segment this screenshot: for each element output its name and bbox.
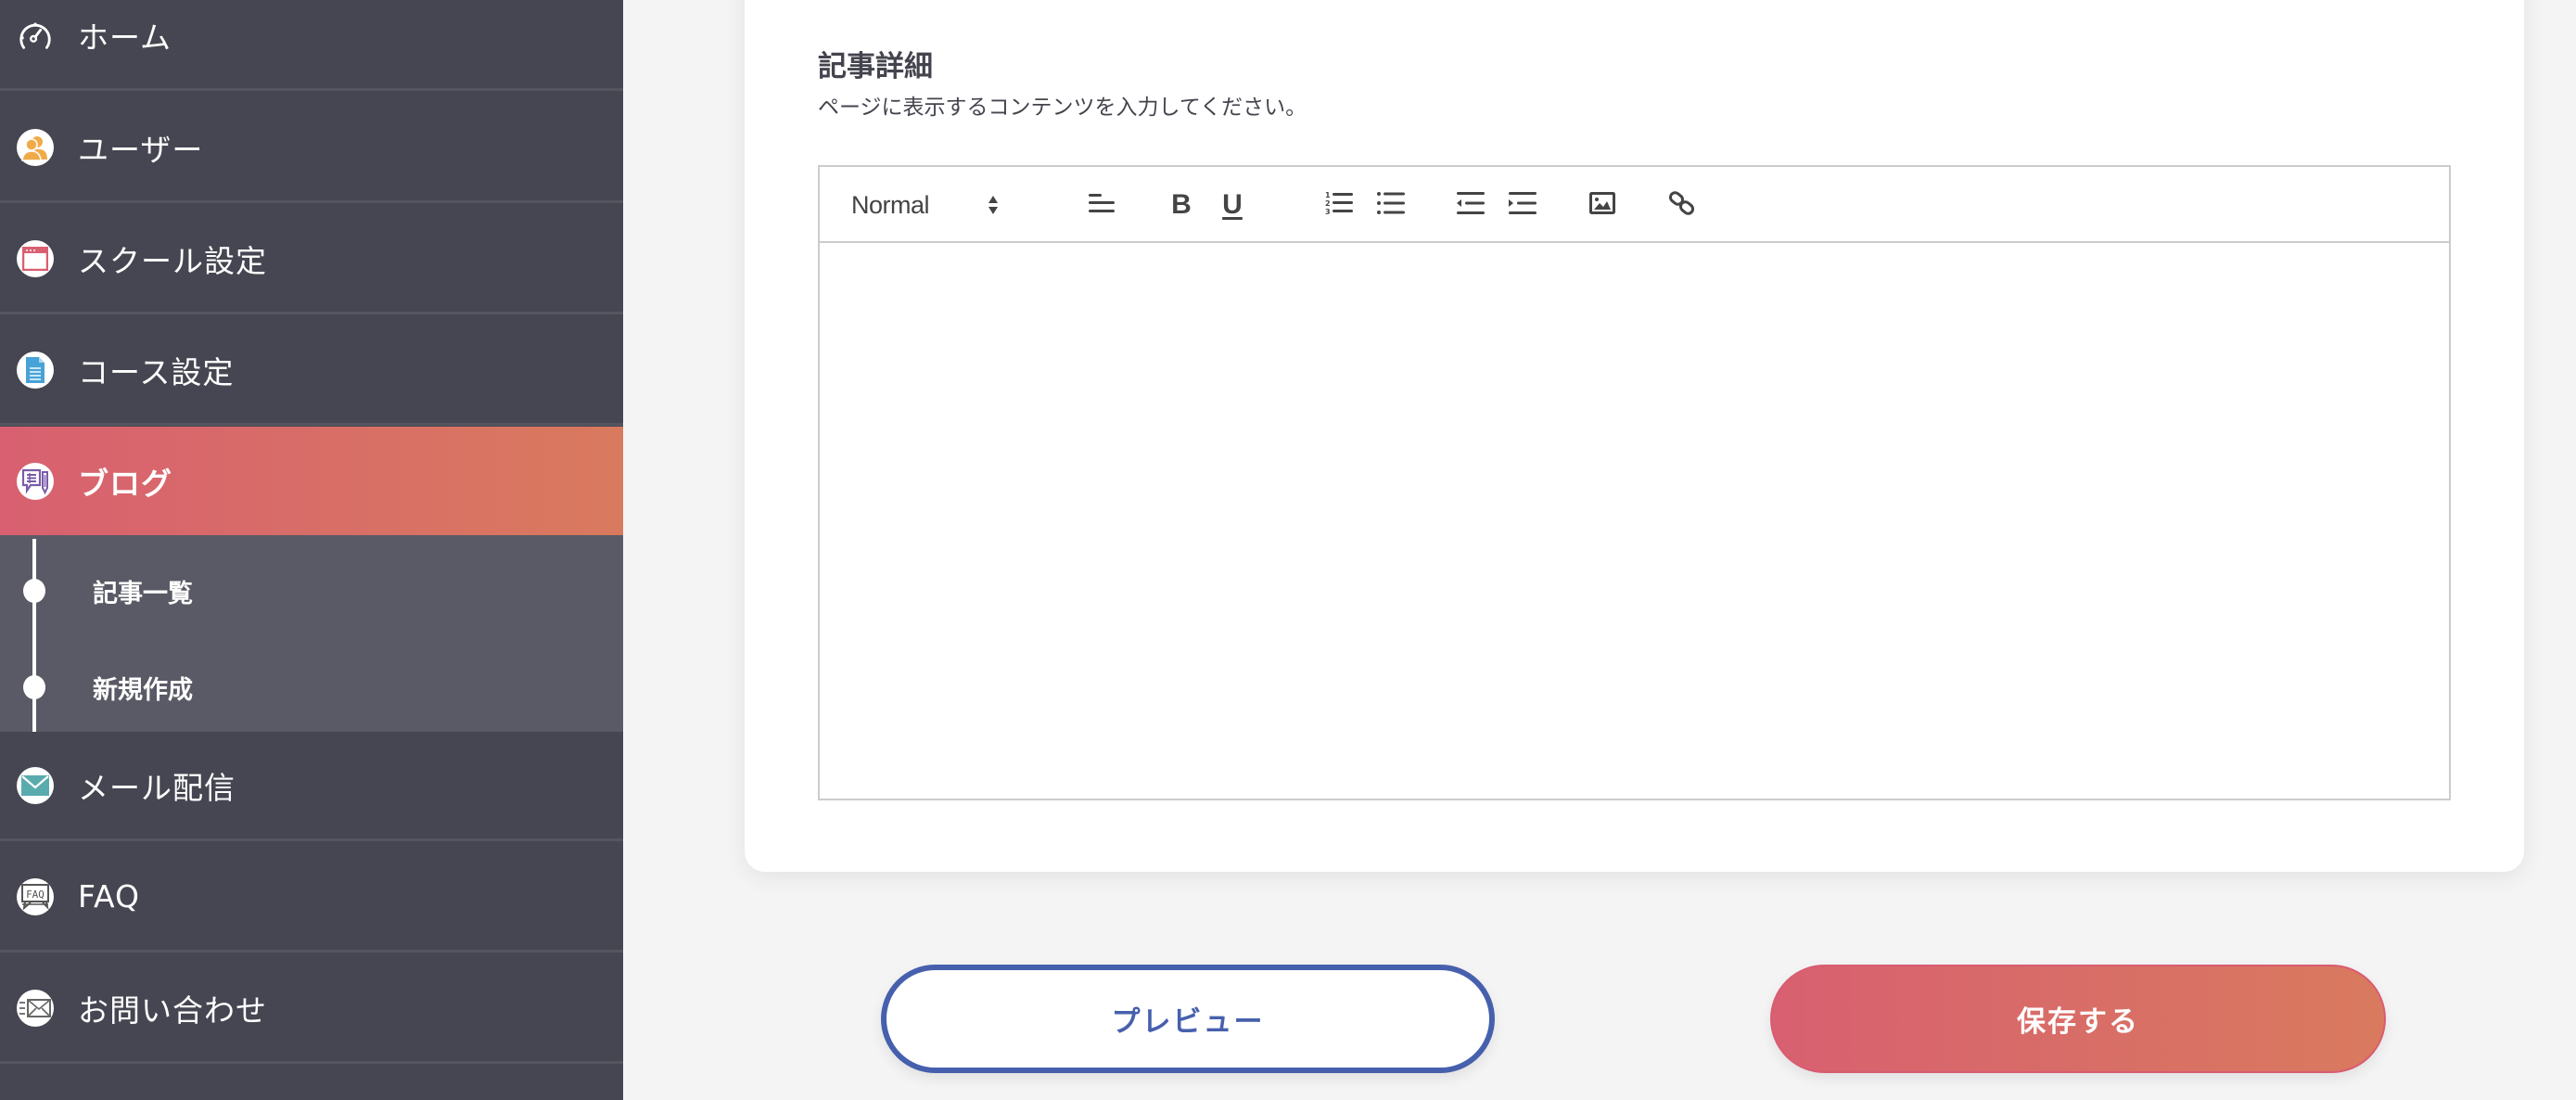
align-button[interactable] <box>1083 187 1120 223</box>
send-mail-icon <box>17 989 54 1027</box>
submenu-item-article-list[interactable]: 記事一覧 <box>0 563 623 619</box>
browser-window-icon <box>17 239 54 277</box>
sidebar-item-mail-delivery[interactable]: メール配信 <box>0 732 623 841</box>
sidebar: ホーム ユーザー スクール設定 コース設定 ブログ 記事一覧 新規作成 メール配… <box>0 0 623 1100</box>
underline-button[interactable]: U <box>1214 187 1251 223</box>
users-icon <box>17 128 54 166</box>
indent-icon <box>1509 191 1537 219</box>
bullet-list-button[interactable] <box>1372 187 1409 223</box>
document-icon <box>17 351 54 389</box>
sidebar-item-home[interactable]: ホーム <box>0 0 623 91</box>
sidebar-item-label: お問い合わせ <box>78 991 267 1029</box>
svg-text:FAQ: FAQ <box>26 889 45 901</box>
sidebar-item-users[interactable]: ユーザー <box>0 94 623 203</box>
align-left-icon <box>1089 192 1115 218</box>
bullet-list-icon <box>1377 191 1405 219</box>
faq-icon: FAQ <box>17 877 54 915</box>
sidebar-item-school-settings[interactable]: スクール設定 <box>0 205 623 314</box>
sidebar-item-label: FAQ <box>78 878 140 915</box>
save-button[interactable]: 保存する <box>1770 965 2386 1073</box>
insert-link-button[interactable] <box>1664 187 1701 223</box>
sidebar-item-label: コース設定 <box>78 353 235 390</box>
editor-toolbar: Normal B U 123 <box>820 167 2449 243</box>
submenu-bullet <box>23 579 45 603</box>
section-title: 記事詳細 <box>818 50 933 83</box>
sidebar-item-label: メール配信 <box>78 769 236 806</box>
sidebar-item-course-settings[interactable]: コース設定 <box>0 316 623 426</box>
submenu-item-label: 新規作成 <box>93 675 193 705</box>
svg-text:3: 3 <box>1325 208 1331 216</box>
bold-icon: B <box>1171 189 1192 220</box>
editor-content-area[interactable] <box>820 243 2449 799</box>
sidebar-item-label: スクール設定 <box>78 242 267 279</box>
sidebar-item-blog[interactable]: ブログ <box>0 427 623 536</box>
image-icon <box>1589 192 1615 218</box>
sidebar-item-label: ブログ <box>78 466 172 502</box>
underline-icon: U <box>1222 189 1243 220</box>
sidebar-item-label: ユーザー <box>78 131 204 168</box>
submenu-bullet <box>23 675 45 699</box>
mail-icon <box>17 766 54 804</box>
ordered-list-icon: 123 <box>1325 190 1353 220</box>
link-icon <box>1668 190 1695 220</box>
sidebar-item-contact[interactable]: お問い合わせ <box>0 954 623 1064</box>
insert-image-button[interactable] <box>1584 187 1621 223</box>
svg-text:1: 1 <box>1325 191 1331 199</box>
rich-text-editor: Normal B U 123 <box>818 165 2451 800</box>
sidebar-item-faq[interactable]: FAQ FAQ <box>0 843 623 953</box>
format-select-value: Normal <box>851 190 930 219</box>
select-arrows-icon <box>987 195 1000 219</box>
speedometer-icon <box>17 17 54 54</box>
preview-button[interactable]: プレビュー <box>881 965 1495 1073</box>
sidebar-item-label: ホーム <box>78 19 172 56</box>
format-select[interactable]: Normal <box>851 187 1018 223</box>
svg-text:2: 2 <box>1325 199 1331 208</box>
submenu-item-label: 記事一覧 <box>93 579 193 608</box>
bold-button[interactable]: B <box>1163 187 1200 223</box>
blog-edit-icon <box>17 463 54 500</box>
outdent-button[interactable] <box>1452 187 1489 223</box>
indent-button[interactable] <box>1504 187 1541 223</box>
section-description: ページに表示するコンテンツを入力してください。 <box>818 96 1307 120</box>
submenu-item-new-post[interactable]: 新規作成 <box>0 659 623 715</box>
ordered-list-button[interactable]: 123 <box>1320 187 1358 223</box>
outdent-icon <box>1457 191 1485 219</box>
blog-submenu: 記事一覧 新規作成 <box>0 535 623 732</box>
